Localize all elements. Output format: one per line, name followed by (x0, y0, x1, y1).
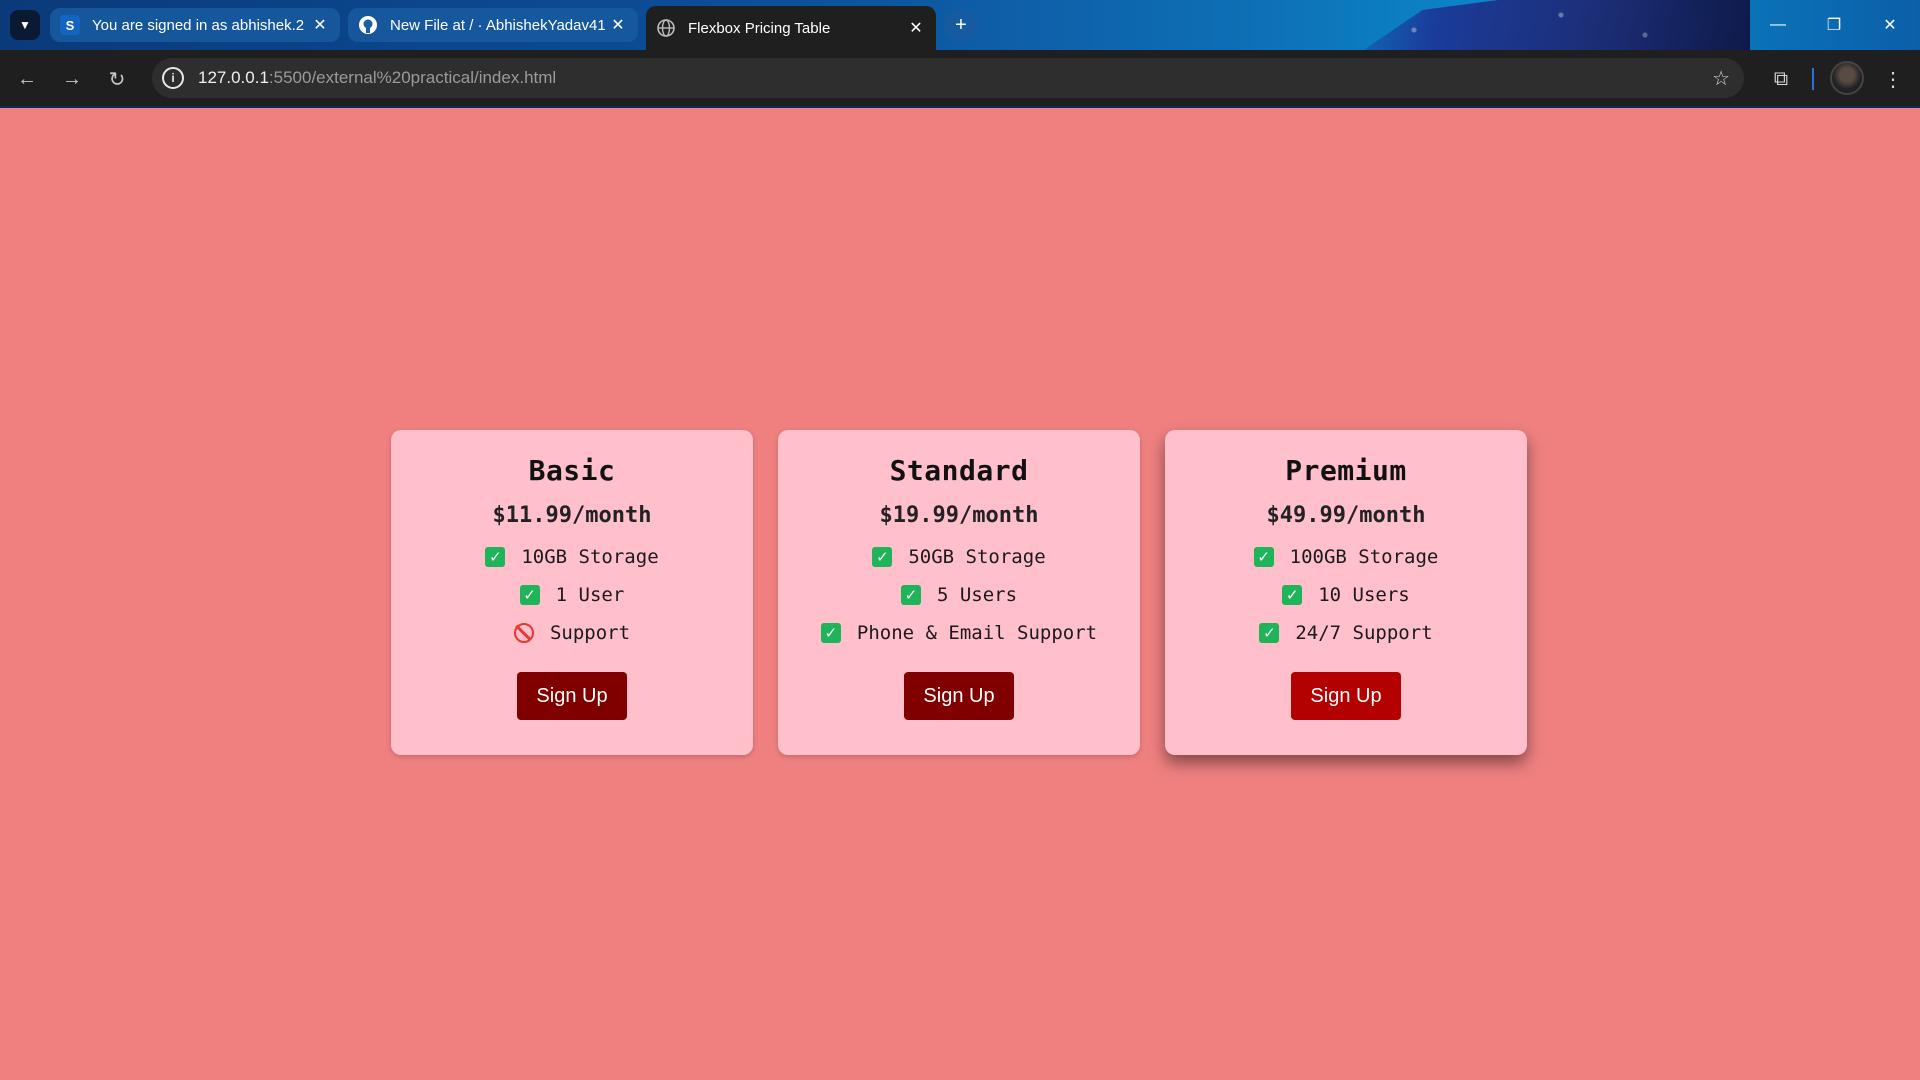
feature-item: ✓ 24/7 Support (1259, 620, 1433, 646)
toolbar-divider (1812, 68, 1814, 90)
reload-button[interactable]: ↻ (102, 64, 132, 94)
arrow-left-icon: ← (17, 67, 37, 90)
tab-title: Flexbox Pricing Table (688, 19, 831, 37)
minimize-icon: — (1770, 16, 1786, 33)
checkmark-icon: ✓ (1282, 585, 1303, 605)
browser-tab-strip: ▼ S You are signed in as abhishek.2 ✕ Ne… (0, 0, 1920, 50)
chevron-down-icon: ▼ (19, 18, 31, 32)
pricing-card-basic: Basic $11.99/month ✓ 10GB Storage ✓ 1 User… (391, 430, 753, 755)
site-info-icon[interactable]: i (162, 67, 184, 89)
theme-artwork (1363, 0, 1750, 50)
plan-name: Premium (1285, 454, 1407, 487)
checkmark-icon: ✓ (1259, 623, 1280, 643)
tab-search-button[interactable]: ▼ (10, 10, 40, 40)
sign-up-button[interactable]: Sign Up (517, 672, 627, 720)
pricing-card-premium: Premium $49.99/month ✓ 100GB Storage ✓ 10 … (1165, 430, 1527, 755)
checkmark-icon: ✓ (820, 623, 841, 643)
browser-menu-button[interactable]: ⋮ (1878, 64, 1908, 94)
new-tab-button[interactable]: + (944, 10, 978, 40)
close-window-button[interactable]: ✕ (1862, 0, 1918, 50)
feature-item: ✓ 5 Users (900, 582, 1017, 608)
browser-tab[interactable]: S You are signed in as abhishek.2 ✕ (50, 8, 340, 42)
plan-price: $19.99/month (879, 503, 1039, 528)
browser-toolbar: ← → ↻ i 127.0.0.1:5500/external%20practi… (0, 50, 1920, 108)
prohibited-icon (513, 623, 534, 643)
site-favicon-icon: S (60, 15, 80, 35)
feature-item-unavailable: Support (513, 620, 630, 646)
minimize-button[interactable]: — (1750, 0, 1806, 50)
profile-avatar[interactable] (1830, 61, 1864, 95)
sign-up-button[interactable]: Sign Up (904, 672, 1014, 720)
feature-item: ✓ Phone & Email Support (820, 620, 1097, 646)
extensions-button[interactable]: ⧉ (1766, 64, 1796, 94)
checkmark-icon: ✓ (519, 585, 540, 605)
tab-title: You are signed in as abhishek.2 (92, 16, 305, 34)
feature-item: ✓ 50GB Storage (872, 544, 1046, 570)
pricing-card-standard: Standard $19.99/month ✓ 50GB Storage ✓ 5 U… (778, 430, 1140, 755)
feature-item: ✓ 10GB Storage (485, 544, 659, 570)
restore-button[interactable]: ❐ (1806, 0, 1862, 50)
close-icon: ✕ (1883, 17, 1897, 34)
feature-item: ✓ 1 User (519, 582, 624, 608)
feature-list: ✓ 100GB Storage ✓ 10 Users ✓ 24/7 Support (1253, 544, 1438, 646)
plan-name: Standard (889, 454, 1029, 487)
arrow-right-icon: → (62, 67, 82, 90)
plan-price: $11.99/month (492, 503, 652, 528)
checkmark-icon: ✓ (1253, 547, 1274, 567)
more-vertical-icon: ⋮ (1883, 68, 1903, 91)
plus-icon: + (955, 13, 967, 36)
page-viewport: Basic $11.99/month ✓ 10GB Storage ✓ 1 User… (0, 108, 1920, 1078)
close-icon[interactable]: ✕ (906, 18, 926, 38)
feature-list: ✓ 10GB Storage ✓ 1 User Support (485, 544, 659, 646)
pricing-table: Basic $11.99/month ✓ 10GB Storage ✓ 1 User… (391, 430, 1527, 755)
github-icon (358, 15, 378, 35)
sign-up-button[interactable]: Sign Up (1291, 672, 1401, 720)
restore-icon: ❐ (1826, 17, 1842, 34)
browser-tab-active[interactable]: Flexbox Pricing Table ✕ (646, 6, 936, 50)
browser-tab[interactable]: New File at / · AbhishekYadav41 ✕ (348, 8, 638, 42)
checkmark-icon: ✓ (485, 547, 506, 567)
bookmark-star-icon[interactable]: ☆ (1712, 66, 1730, 91)
checkmark-icon: ✓ (872, 547, 893, 567)
checkmark-icon: ✓ (900, 585, 921, 605)
address-bar[interactable]: i 127.0.0.1:5500/external%20practical/in… (152, 58, 1744, 98)
tab-title: New File at / · AbhishekYadav41 (390, 16, 606, 34)
forward-button[interactable]: → (57, 64, 87, 94)
feature-item: ✓ 100GB Storage (1253, 544, 1438, 570)
plan-price: $49.99/month (1266, 503, 1426, 528)
feature-item: ✓ 10 Users (1282, 582, 1410, 608)
globe-icon (656, 18, 676, 38)
plan-name: Basic (528, 454, 616, 487)
puzzle-icon: ⧉ (1773, 67, 1789, 90)
close-icon[interactable]: ✕ (310, 15, 330, 35)
back-button[interactable]: ← (12, 64, 42, 94)
feature-list: ✓ 50GB Storage ✓ 5 Users ✓ Phone & Email Su… (820, 544, 1097, 646)
url-text: 127.0.0.1:5500/external%20practical/inde… (198, 68, 557, 87)
close-icon[interactable]: ✕ (608, 15, 628, 35)
reload-icon: ↻ (108, 68, 126, 91)
